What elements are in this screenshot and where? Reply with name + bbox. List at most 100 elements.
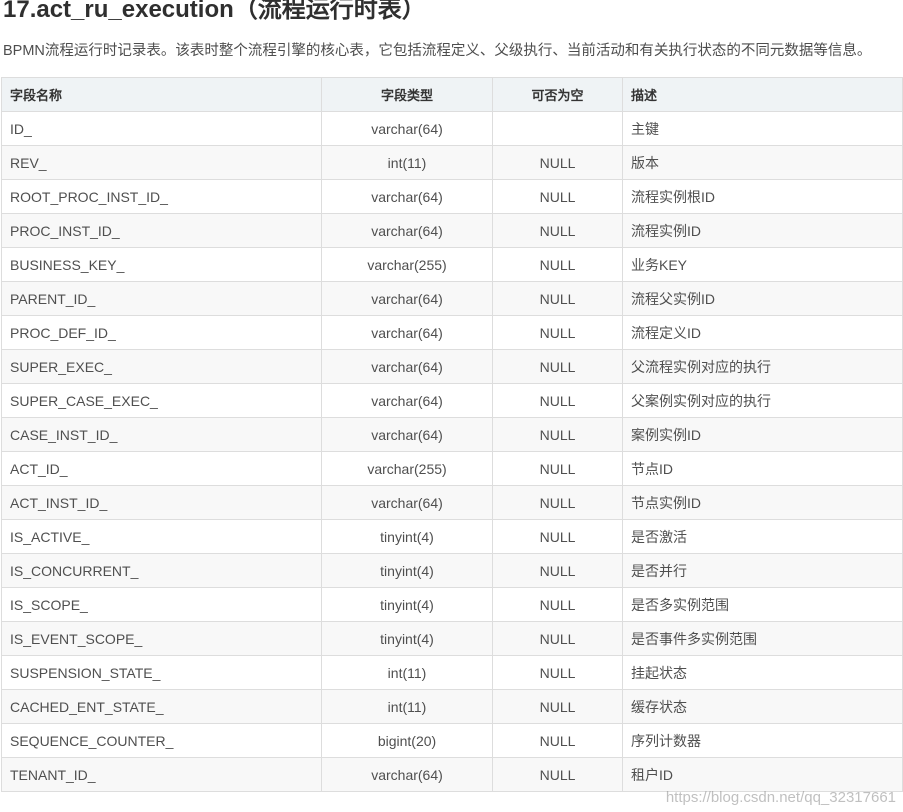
cell-field-type: varchar(64) <box>321 383 493 418</box>
cell-description: 是否多实例范围 <box>622 587 903 622</box>
cell-nullable: NULL <box>492 587 623 622</box>
header-field-name: 字段名称 <box>1 77 322 112</box>
cell-field-name: ROOT_PROC_INST_ID_ <box>1 179 322 214</box>
cell-field-name: IS_ACTIVE_ <box>1 519 322 554</box>
cell-field-type: int(11) <box>321 655 493 690</box>
table-header-row: 字段名称 字段类型 可否为空 描述 <box>1 77 903 112</box>
cell-nullable: NULL <box>492 689 623 724</box>
watermark: https://blog.csdn.net/qq_32317661 <box>665 789 896 806</box>
table-description: BPMN流程运行时记录表。该表时整个流程引擎的核心表，它包括流程定义、父级执行、… <box>3 43 872 59</box>
header-field-type: 字段类型 <box>321 77 493 112</box>
cell-field-name: PROC_DEF_ID_ <box>1 315 322 350</box>
cell-field-type: varchar(255) <box>321 451 493 486</box>
cell-description: 流程实例根ID <box>622 179 903 214</box>
table-row: TENANT_ID_ varchar(64) NULL 租户ID <box>1 757 903 792</box>
cell-description: 是否激活 <box>622 519 903 554</box>
table-row: IS_ACTIVE_ tinyint(4) NULL 是否激活 <box>1 519 903 554</box>
cell-description: 版本 <box>622 145 903 180</box>
cell-description: 节点实例ID <box>622 485 903 520</box>
cell-nullable: NULL <box>492 213 623 248</box>
cell-field-type: tinyint(4) <box>321 621 493 656</box>
cell-field-type: tinyint(4) <box>321 587 493 622</box>
cell-field-name: PARENT_ID_ <box>1 281 322 316</box>
cell-nullable: NULL <box>492 621 623 656</box>
table-row: ROOT_PROC_INST_ID_ varchar(64) NULL 流程实例根ID <box>1 179 903 214</box>
cell-field-name: ID_ <box>1 111 322 146</box>
cell-field-name: IS_CONCURRENT_ <box>1 553 322 588</box>
cell-description: 主键 <box>622 111 903 146</box>
cell-field-type: int(11) <box>321 145 493 180</box>
cell-nullable: NULL <box>492 451 623 486</box>
cell-nullable: NULL <box>492 757 623 792</box>
cell-field-name: SUSPENSION_STATE_ <box>1 655 322 690</box>
cell-nullable: NULL <box>492 383 623 418</box>
cell-nullable: NULL <box>492 315 623 350</box>
cell-field-type: varchar(255) <box>321 247 493 282</box>
cell-description: 业务KEY <box>622 247 903 282</box>
cell-nullable: NULL <box>492 723 623 758</box>
cell-description: 挂起状态 <box>622 655 903 690</box>
cell-description: 父案例实例对应的执行 <box>622 383 903 418</box>
table-row: SEQUENCE_COUNTER_ bigint(20) NULL 序列计数器 <box>1 723 903 758</box>
cell-nullable: NULL <box>492 349 623 384</box>
table-row: REV_ int(11) NULL 版本 <box>1 145 903 180</box>
cell-field-name: SUPER_EXEC_ <box>1 349 322 384</box>
header-nullable: 可否为空 <box>492 77 623 112</box>
cell-field-name: IS_SCOPE_ <box>1 587 322 622</box>
cell-field-name: REV_ <box>1 145 322 180</box>
cell-description: 序列计数器 <box>622 723 903 758</box>
cell-field-type: int(11) <box>321 689 493 724</box>
page-title: 17.act_ru_execution（流程运行时表） <box>3 0 426 23</box>
cell-nullable: NULL <box>492 519 623 554</box>
cell-description: 缓存状态 <box>622 689 903 724</box>
table-row: CASE_INST_ID_ varchar(64) NULL 案例实例ID <box>1 417 903 452</box>
cell-description: 节点ID <box>622 451 903 486</box>
cell-description: 流程父实例ID <box>622 281 903 316</box>
cell-field-type: varchar(64) <box>321 485 493 520</box>
cell-description: 父流程实例对应的执行 <box>622 349 903 384</box>
cell-field-type: varchar(64) <box>321 179 493 214</box>
cell-field-name: CACHED_ENT_STATE_ <box>1 689 322 724</box>
cell-field-type: varchar(64) <box>321 417 493 452</box>
cell-field-name: SUPER_CASE_EXEC_ <box>1 383 322 418</box>
cell-field-name: SEQUENCE_COUNTER_ <box>1 723 322 758</box>
table-row: IS_EVENT_SCOPE_ tinyint(4) NULL 是否事件多实例范围 <box>1 621 903 656</box>
cell-nullable: NULL <box>492 655 623 690</box>
table-row: BUSINESS_KEY_ varchar(255) NULL 业务KEY <box>1 247 903 282</box>
cell-nullable: NULL <box>492 179 623 214</box>
cell-field-name: TENANT_ID_ <box>1 757 322 792</box>
cell-field-type: tinyint(4) <box>321 553 493 588</box>
fields-table: 字段名称 字段类型 可否为空 描述 ID_ varchar(64) 主键 REV_ in… <box>1 77 903 792</box>
cell-field-type: bigint(20) <box>321 723 493 758</box>
cell-field-name: IS_EVENT_SCOPE_ <box>1 621 322 656</box>
cell-field-name: BUSINESS_KEY_ <box>1 247 322 282</box>
cell-field-type: varchar(64) <box>321 315 493 350</box>
cell-description: 是否事件多实例范围 <box>622 621 903 656</box>
table-row: PROC_DEF_ID_ varchar(64) NULL 流程定义ID <box>1 315 903 350</box>
cell-field-type: tinyint(4) <box>321 519 493 554</box>
cell-field-name: PROC_INST_ID_ <box>1 213 322 248</box>
cell-nullable: NULL <box>492 417 623 452</box>
table-row: ACT_ID_ varchar(255) NULL 节点ID <box>1 451 903 486</box>
cell-description: 流程实例ID <box>622 213 903 248</box>
table-row: PARENT_ID_ varchar(64) NULL 流程父实例ID <box>1 281 903 316</box>
cell-nullable: NULL <box>492 247 623 282</box>
cell-nullable: NULL <box>492 281 623 316</box>
table-row: IS_CONCURRENT_ tinyint(4) NULL 是否并行 <box>1 553 903 588</box>
table-row: IS_SCOPE_ tinyint(4) NULL 是否多实例范围 <box>1 587 903 622</box>
cell-description: 租户ID <box>622 757 903 792</box>
cell-description: 流程定义ID <box>622 315 903 350</box>
cell-nullable: NULL <box>492 485 623 520</box>
cell-nullable <box>492 111 623 146</box>
cell-field-type: varchar(64) <box>321 213 493 248</box>
table-row: CACHED_ENT_STATE_ int(11) NULL 缓存状态 <box>1 689 903 724</box>
table-row: ACT_INST_ID_ varchar(64) NULL 节点实例ID <box>1 485 903 520</box>
header-description: 描述 <box>622 77 903 112</box>
table-row: SUSPENSION_STATE_ int(11) NULL 挂起状态 <box>1 655 903 690</box>
cell-field-type: varchar(64) <box>321 757 493 792</box>
cell-field-type: varchar(64) <box>321 281 493 316</box>
cell-nullable: NULL <box>492 553 623 588</box>
cell-description: 案例实例ID <box>622 417 903 452</box>
table-row: PROC_INST_ID_ varchar(64) NULL 流程实例ID <box>1 213 903 248</box>
cell-description: 是否并行 <box>622 553 903 588</box>
